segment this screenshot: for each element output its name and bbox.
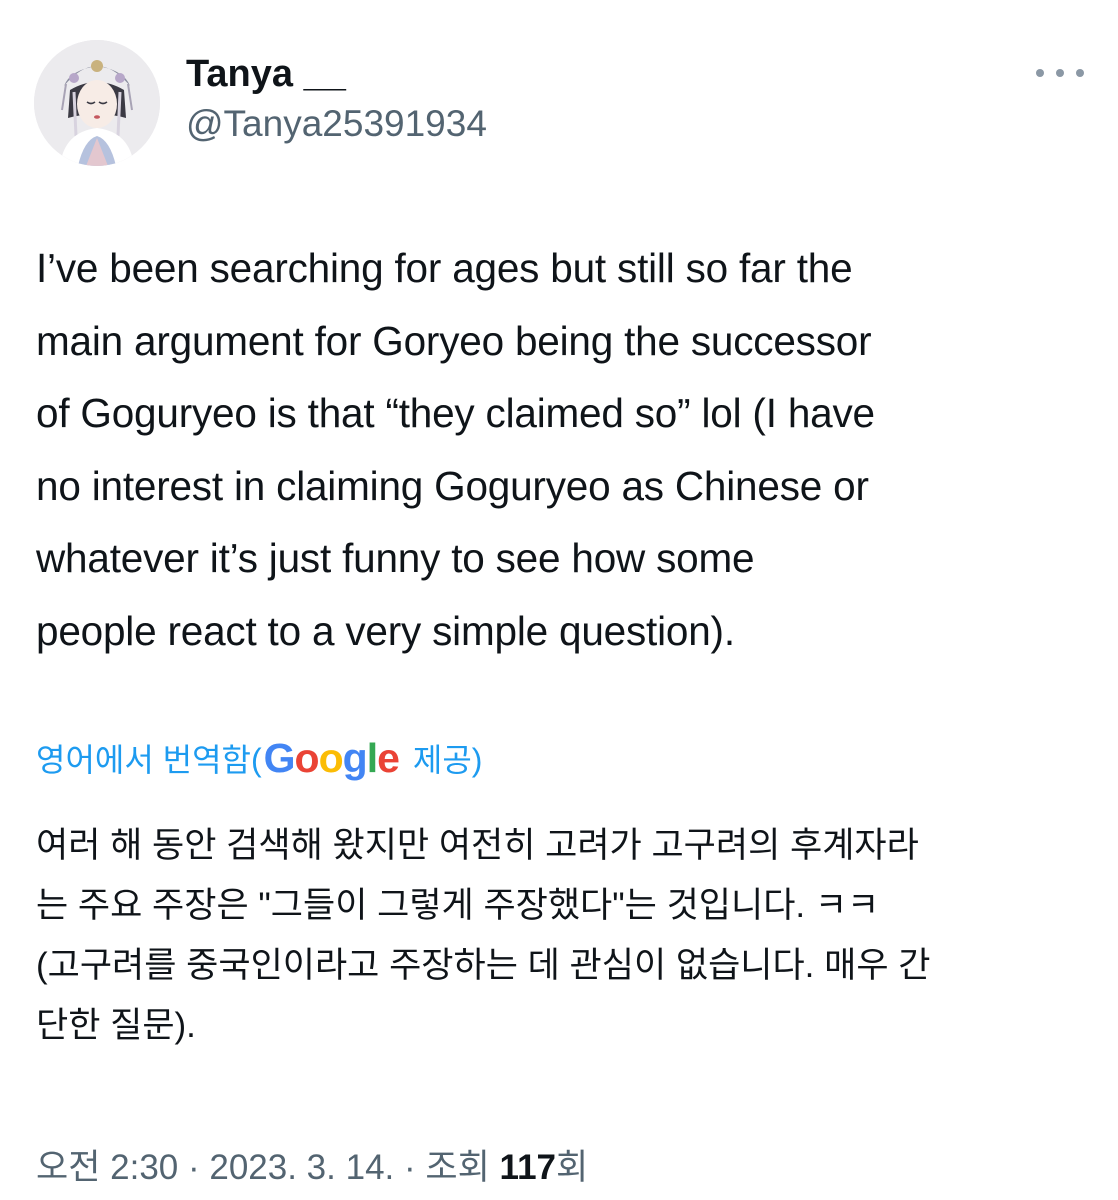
views-label: 조회	[425, 1148, 490, 1187]
google-letter: o	[294, 735, 320, 781]
google-letter: g	[342, 735, 368, 781]
illustrated-portrait-avatar-icon	[34, 40, 160, 166]
tweet-text: I’ve been searching for ages but still s…	[36, 245, 875, 654]
avatar[interactable]	[34, 40, 160, 166]
author-handle[interactable]: @Tanya25391934	[186, 100, 487, 148]
more-options-button[interactable]	[1036, 60, 1084, 86]
google-letter: o	[318, 735, 344, 781]
translated-tweet-text: 여러 해 동안 검색해 왔지만 여전히 고려가 고구려의 후계자라 는 주요 주…	[36, 826, 931, 1045]
author-display-name[interactable]: Tanya __	[186, 50, 346, 98]
tweet-time[interactable]: 오전 2:30	[36, 1148, 178, 1187]
translation-attribution-link[interactable]: 영어에서 번역함( Google 제공)	[36, 730, 482, 786]
views-suffix: 회	[556, 1148, 589, 1187]
views-count: 117	[499, 1148, 556, 1187]
translation-label-prefix: 영어에서 번역함(	[36, 742, 262, 778]
google-logo: Google	[263, 730, 400, 786]
tweet-date[interactable]: 2023. 3. 14.	[209, 1148, 394, 1187]
google-letter: G	[263, 735, 296, 781]
google-letter: l	[366, 735, 378, 781]
separator: ·	[187, 1148, 200, 1187]
ellipsis-icon	[1036, 69, 1044, 77]
translation-label-suffix: 제공)	[412, 742, 483, 778]
separator: ·	[404, 1148, 416, 1187]
tweet-metadata: 오전 2:30 · 2023. 3. 14. · 조회 117회	[36, 1140, 588, 1196]
google-letter: e	[377, 735, 400, 781]
